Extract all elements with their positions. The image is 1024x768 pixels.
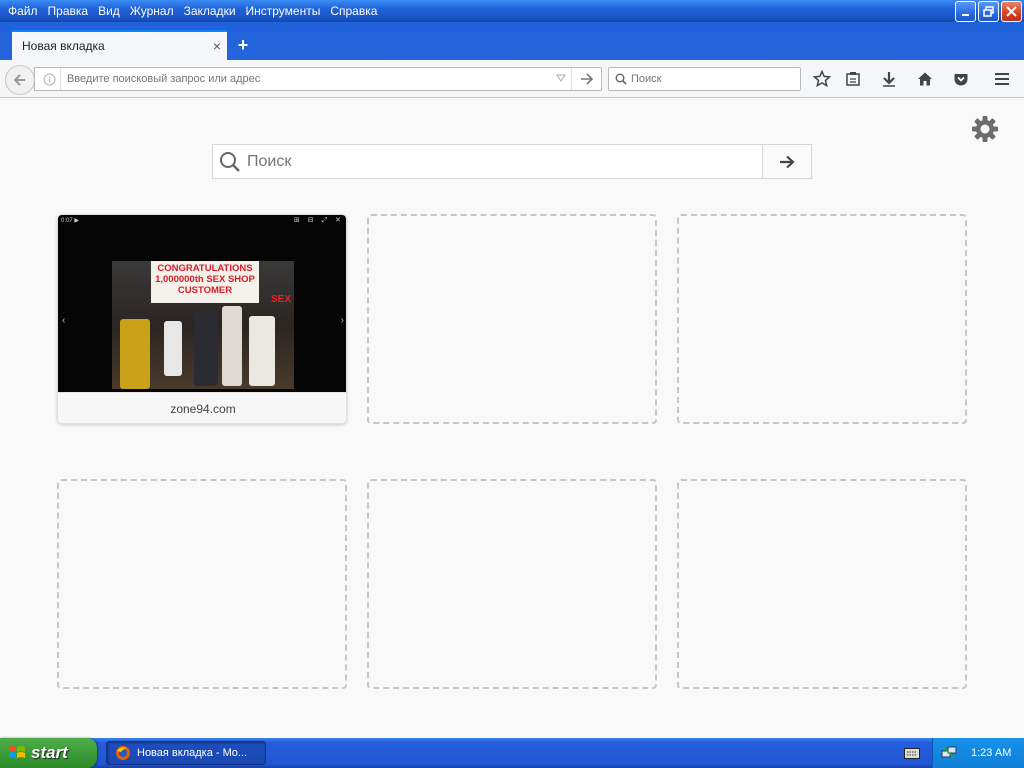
search-icon <box>213 145 247 178</box>
customize-button[interactable] <box>970 114 1000 144</box>
empty-tile <box>677 479 967 689</box>
info-icon[interactable] <box>39 68 61 90</box>
go-arrow-icon[interactable] <box>571 68 601 90</box>
back-button[interactable] <box>5 65 35 95</box>
new-tab-button[interactable]: + <box>232 34 254 56</box>
search-input[interactable] <box>627 73 800 85</box>
figure <box>249 316 275 386</box>
tab-title: Новая вкладка <box>22 39 105 53</box>
star-icon <box>813 70 831 88</box>
restore-button[interactable] <box>978 1 999 22</box>
home-icon <box>918 72 932 86</box>
new-tab-page: 0:07 ▶ ⊞ ⊟ ⤢ ✕ CONGRATULATIONS 1,000000t… <box>0 99 1024 738</box>
downloads-button[interactable] <box>877 68 901 90</box>
prev-arrow-icon: ‹ <box>62 315 66 326</box>
url-input[interactable] <box>61 73 551 85</box>
tile-label: zone94.com <box>58 392 346 423</box>
empty-tile <box>677 214 967 424</box>
network-icon[interactable] <box>941 745 957 761</box>
search-icon <box>615 73 627 85</box>
start-label: start <box>31 743 68 762</box>
close-window-button[interactable] <box>1001 1 1022 22</box>
navigation-toolbar <box>0 60 1024 98</box>
bookmarks-list-button[interactable] <box>841 68 865 90</box>
pocket-button[interactable] <box>949 68 973 90</box>
newtab-search-input[interactable] <box>247 145 762 178</box>
figure <box>164 321 182 376</box>
restore-icon <box>983 6 994 17</box>
search-submit-button[interactable] <box>762 145 811 178</box>
menu-help[interactable]: Справка <box>326 0 383 22</box>
newtab-search-box[interactable] <box>212 144 812 179</box>
url-bar[interactable] <box>34 67 602 91</box>
menu-bookmarks[interactable]: Закладки <box>180 0 242 22</box>
tab-strip: Новая вкладка × + <box>0 22 1024 60</box>
menu-tools[interactable]: Инструменты <box>242 0 327 22</box>
menu-view[interactable]: Вид <box>94 0 126 22</box>
menu-history[interactable]: Журнал <box>126 0 180 22</box>
firefox-icon <box>116 746 130 760</box>
empty-tile <box>57 479 347 689</box>
arrow-right-icon <box>780 155 795 168</box>
figure <box>120 319 150 389</box>
figure <box>194 311 218 386</box>
taskbar: start Новая вкладка - Mo... 1:23 AM <box>0 738 1024 768</box>
dropdown-icon[interactable] <box>551 74 571 85</box>
taskbar-item-label: Новая вкладка - Mo... <box>137 747 248 759</box>
minimize-button[interactable] <box>955 1 976 22</box>
download-arrow-icon <box>883 72 895 87</box>
shop-sign: SEX <box>271 294 292 305</box>
clock: 1:23 AM <box>971 747 1012 759</box>
next-arrow-icon: › <box>340 315 344 326</box>
back-arrow-icon <box>13 74 25 86</box>
top-site-tile[interactable]: 0:07 ▶ ⊞ ⊟ ⤢ ✕ CONGRATULATIONS 1,000000t… <box>57 214 347 424</box>
tile-thumbnail: 0:07 ▶ ⊞ ⊟ ⤢ ✕ CONGRATULATIONS 1,000000t… <box>58 215 346 392</box>
figure <box>222 306 242 386</box>
banner-sign: CONGRATULATIONS 1,000000th SEX SHOP CUST… <box>151 261 259 303</box>
menu-edit[interactable]: Правка <box>44 0 95 22</box>
close-icon <box>1006 6 1017 17</box>
clipboard-icon <box>846 72 860 86</box>
menu-bar: Файл Правка Вид Журнал Закладки Инструме… <box>0 0 383 22</box>
gear-icon <box>972 116 998 142</box>
start-button[interactable]: start <box>0 738 97 768</box>
video-counter: 0:07 ▶ <box>61 218 79 224</box>
tab-close-icon[interactable]: × <box>207 38 227 54</box>
taskbar-item-firefox[interactable]: Новая вкладка - Mo... <box>106 741 266 765</box>
window-controls <box>955 1 1022 22</box>
pocket-icon <box>954 74 968 86</box>
keyboard-icon[interactable] <box>903 745 921 761</box>
minimize-icon <box>961 13 969 16</box>
video-controls: ⊞ ⊟ ⤢ ✕ <box>293 217 344 224</box>
search-bar[interactable] <box>608 67 801 91</box>
home-button[interactable] <box>913 68 937 90</box>
menu-file[interactable]: Файл <box>4 0 44 22</box>
bookmark-star-button[interactable] <box>810 68 834 90</box>
menu-button[interactable] <box>990 68 1014 90</box>
empty-tile <box>367 214 657 424</box>
windows-logo-icon <box>9 746 25 758</box>
empty-tile <box>367 479 657 689</box>
tab-new-tab[interactable]: Новая вкладка × <box>12 30 227 60</box>
system-tray: 1:23 AM <box>932 738 1024 768</box>
hamburger-icon <box>995 73 1009 85</box>
title-bar: Файл Правка Вид Журнал Закладки Инструме… <box>0 0 1024 22</box>
